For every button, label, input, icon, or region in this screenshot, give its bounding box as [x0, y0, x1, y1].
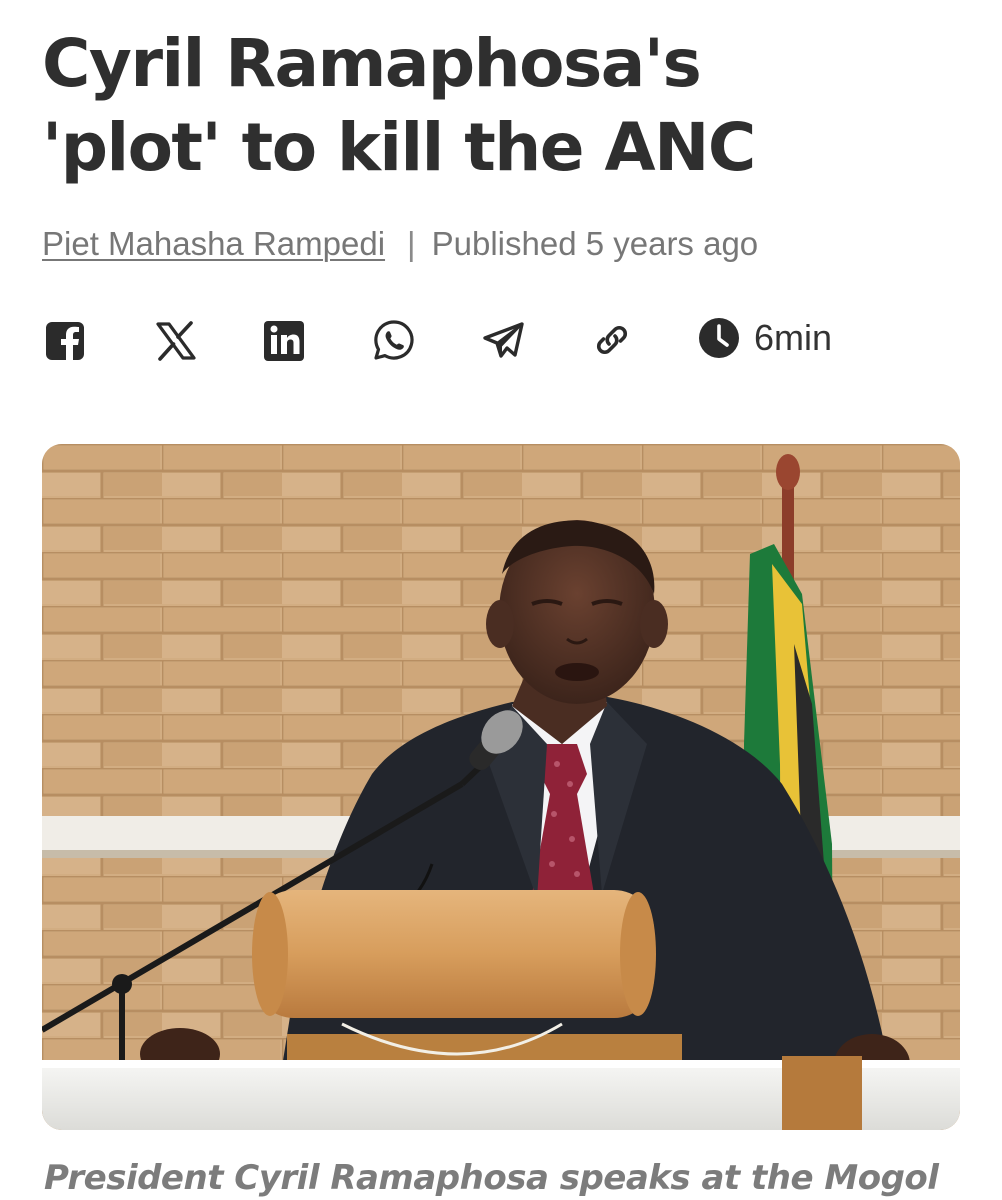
- image-caption: President Cyril Ramaphosa speaks at the …: [44, 1158, 939, 1198]
- published-date: Published 5 years ago: [431, 225, 759, 262]
- article-title-line-1: Cyril Ramaphosa's: [42, 25, 702, 102]
- share-bar: 6min: [42, 314, 922, 362]
- telegram-icon[interactable]: [482, 318, 526, 362]
- read-time-label: 6min: [754, 317, 833, 358]
- president-speaking-photo: [42, 444, 960, 1130]
- clock-icon: [699, 318, 739, 358]
- link-icon[interactable]: [590, 318, 634, 362]
- article-hero-image: [42, 444, 960, 1130]
- x-icon[interactable]: [154, 318, 198, 362]
- byline-separator: |: [407, 225, 416, 262]
- linkedin-icon[interactable]: [262, 318, 306, 362]
- author-link[interactable]: Piet Mahasha Rampedi: [42, 225, 385, 262]
- article-title-line-2: 'plot' to kill the ANC: [42, 109, 756, 186]
- byline: Piet Mahasha Rampedi | Published 5 years a…: [42, 222, 758, 266]
- article-title: Cyril Ramaphosa's 'plot' to kill the ANC: [42, 22, 962, 190]
- whatsapp-icon[interactable]: [372, 318, 416, 362]
- facebook-icon[interactable]: [44, 318, 88, 362]
- read-time: 6min: [698, 316, 832, 360]
